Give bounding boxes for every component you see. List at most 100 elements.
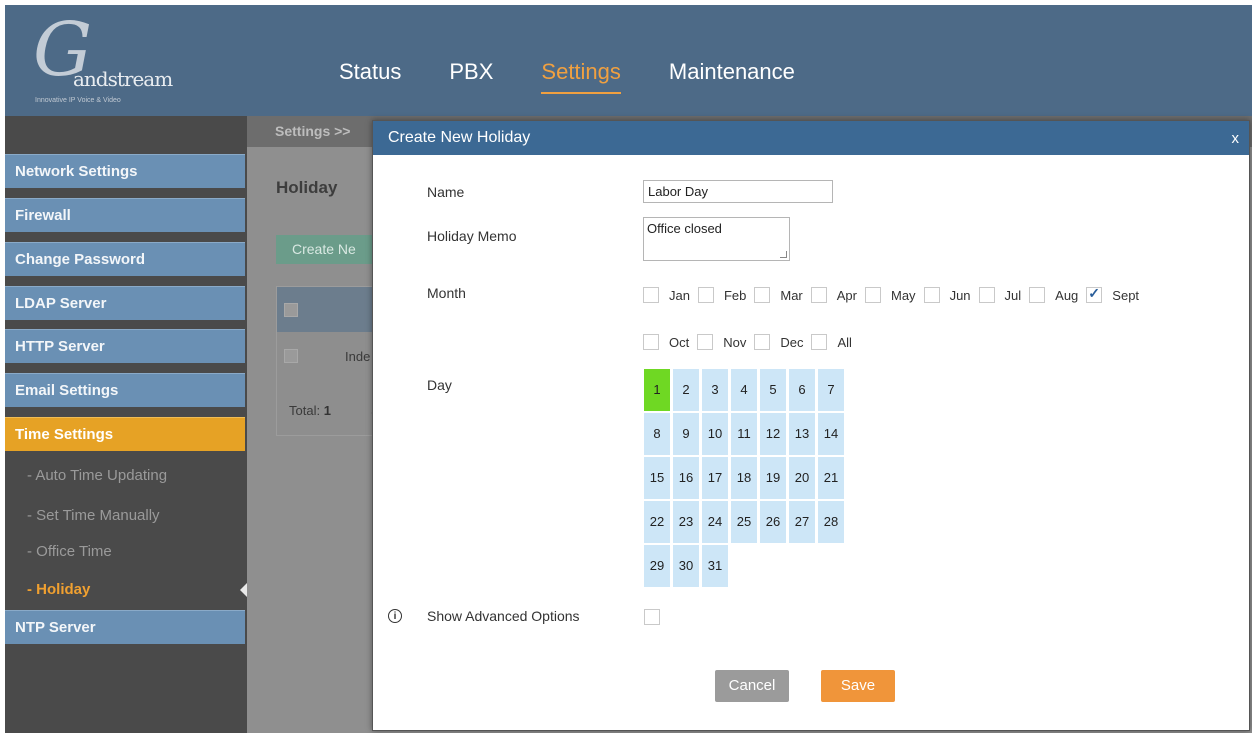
month-jan[interactable]: Jan — [643, 287, 698, 303]
day-27[interactable]: 27 — [789, 501, 815, 543]
day-10[interactable]: 10 — [702, 413, 728, 455]
day-24[interactable]: 24 — [702, 501, 728, 543]
checkbox[interactable] — [865, 287, 881, 303]
resize-grip-icon[interactable] — [780, 251, 787, 258]
show-advanced-options-checkbox[interactable] — [644, 609, 660, 625]
checkbox[interactable] — [978, 287, 995, 303]
month-apr[interactable]: Apr — [810, 287, 865, 303]
show-advanced-options-label: Show Advanced Options — [427, 608, 580, 624]
sidebar-item-ntp-server[interactable]: NTP Server — [5, 610, 245, 644]
top-header: G andstream Innovative IP Voice & Video … — [5, 5, 1252, 116]
month-may[interactable]: May — [865, 287, 924, 303]
day-19[interactable]: 19 — [760, 457, 786, 499]
day-12[interactable]: 12 — [760, 413, 786, 455]
day-31[interactable]: 31 — [702, 545, 728, 587]
memo-text: Office closed — [647, 221, 722, 236]
checkbox[interactable] — [643, 287, 659, 303]
day-15[interactable]: 15 — [644, 457, 670, 499]
month-dec[interactable]: Dec — [754, 334, 811, 350]
sidebar-item-ldap-server[interactable]: LDAP Server — [5, 286, 245, 320]
table-cell: Inde — [345, 349, 371, 364]
sidebar-subitem-office-time[interactable]: - Office Time — [27, 543, 112, 560]
day-20[interactable]: 20 — [789, 457, 815, 499]
month-checkboxes: Jan Feb Mar Apr May Jun Jul Aug Sept Oct… — [643, 285, 1173, 379]
create-holiday-button: Create Ne — [276, 235, 376, 264]
day-4[interactable]: 4 — [731, 369, 757, 411]
day-30[interactable]: 30 — [673, 545, 699, 587]
row-checkbox — [284, 349, 298, 363]
day-8[interactable]: 8 — [644, 413, 670, 455]
sidebar-item-email-settings[interactable]: Email Settings — [5, 373, 245, 407]
checkbox[interactable] — [811, 334, 828, 350]
day-16[interactable]: 16 — [673, 457, 699, 499]
day-11[interactable]: 11 — [731, 413, 757, 455]
info-icon: i — [388, 609, 402, 623]
month-mar[interactable]: Mar — [754, 287, 810, 303]
month-feb[interactable]: Feb — [697, 287, 754, 303]
day-21[interactable]: 21 — [818, 457, 844, 499]
day-6[interactable]: 6 — [789, 369, 815, 411]
checkbox[interactable] — [1029, 287, 1046, 303]
checkbox[interactable] — [923, 287, 940, 303]
checkbox[interactable] — [697, 334, 714, 350]
month-oct[interactable]: Oct — [643, 334, 697, 350]
day-17[interactable]: 17 — [702, 457, 728, 499]
day-28[interactable]: 28 — [818, 501, 844, 543]
close-icon[interactable]: x — [1232, 130, 1240, 147]
nav-maintenance[interactable]: Maintenance — [669, 59, 795, 94]
checkbox[interactable] — [810, 287, 827, 303]
day-13[interactable]: 13 — [789, 413, 815, 455]
day-label: Day — [427, 377, 452, 393]
day-3[interactable]: 3 — [702, 369, 728, 411]
sidebar-item-change-password[interactable]: Change Password — [5, 242, 245, 276]
month-aug[interactable]: Aug — [1029, 287, 1086, 303]
name-input[interactable]: Labor Day — [643, 180, 833, 203]
month-row-2: Oct Nov Dec All — [643, 332, 1173, 352]
day-22[interactable]: 22 — [644, 501, 670, 543]
checkbox[interactable] — [754, 287, 771, 303]
grandstream-logo[interactable]: G andstream Innovative IP Voice & Video — [33, 13, 183, 111]
sidebar-item-http-server[interactable]: HTTP Server — [5, 329, 245, 363]
month-row-1: Jan Feb Mar Apr May Jun Jul Aug Sept — [643, 285, 1173, 305]
month-jun[interactable]: Jun — [923, 287, 979, 303]
day-7[interactable]: 7 — [818, 369, 844, 411]
dialog-title: Create New Holiday — [388, 129, 531, 146]
day-9[interactable]: 9 — [673, 413, 699, 455]
month-jul[interactable]: Jul — [978, 287, 1030, 303]
day-14[interactable]: 14 — [818, 413, 844, 455]
day-2[interactable]: 2 — [673, 369, 699, 411]
total-count: Total: 1 — [289, 403, 331, 418]
month-all[interactable]: All — [811, 334, 859, 350]
sidebar-item-firewall[interactable]: Firewall — [5, 198, 245, 232]
sidebar-subitem-auto-time-updating[interactable]: - Auto Time Updating — [27, 467, 167, 484]
sidebar-item-network-settings[interactable]: Network Settings — [5, 154, 245, 188]
page-title: Holiday — [276, 178, 338, 197]
top-navigation: Status PBX Settings Maintenance — [339, 59, 843, 94]
nav-settings[interactable]: Settings — [541, 59, 621, 94]
month-label: Month — [427, 285, 466, 301]
day-29[interactable]: 29 — [644, 545, 670, 587]
holiday-memo-textarea[interactable]: Office closed — [643, 217, 790, 261]
day-18[interactable]: 18 — [731, 457, 757, 499]
logo-tagline: Innovative IP Voice & Video — [35, 97, 121, 104]
day-23[interactable]: 23 — [673, 501, 699, 543]
day-26[interactable]: 26 — [760, 501, 786, 543]
checkbox[interactable] — [643, 334, 659, 350]
nav-pbx[interactable]: PBX — [449, 59, 493, 94]
holiday-memo-label: Holiday Memo — [427, 228, 517, 244]
checkbox-checked[interactable] — [1086, 285, 1103, 303]
nav-status[interactable]: Status — [339, 59, 401, 94]
create-holiday-dialog: Create New Holiday x Name Labor Day Holi… — [372, 120, 1250, 731]
month-sept[interactable]: Sept — [1086, 285, 1147, 303]
sidebar-subitem-set-time-manually[interactable]: - Set Time Manually — [27, 507, 160, 524]
save-button[interactable]: Save — [821, 670, 895, 702]
day-5[interactable]: 5 — [760, 369, 786, 411]
cancel-button[interactable]: Cancel — [715, 670, 789, 702]
checkbox[interactable] — [697, 287, 714, 303]
checkbox[interactable] — [754, 334, 771, 350]
day-1[interactable]: 1 — [644, 369, 670, 411]
day-25[interactable]: 25 — [731, 501, 757, 543]
sidebar-subitem-holiday[interactable]: - Holiday — [27, 581, 90, 598]
month-nov[interactable]: Nov — [697, 334, 754, 350]
sidebar-item-time-settings[interactable]: Time Settings — [5, 417, 245, 451]
